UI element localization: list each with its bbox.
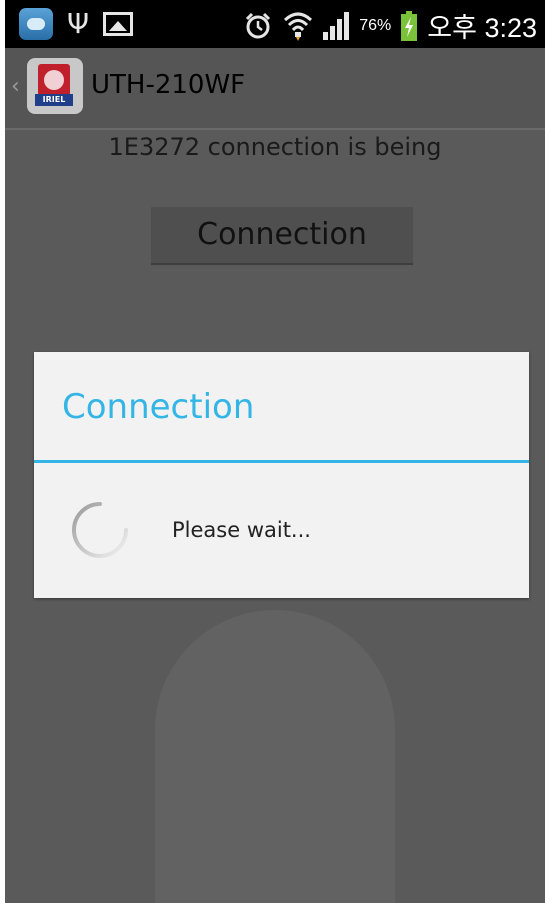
connection-button[interactable]: Connection [151,207,413,265]
signal-icon [323,11,350,40]
back-chevron-icon[interactable]: ‹ [11,76,20,98]
image-icon [103,12,134,36]
status-bar-left: Ψ [19,7,134,40]
status-bar: Ψ 76% 오후 3:23 [5,0,545,48]
dialog-divider [34,460,529,463]
alarm-icon [243,11,273,41]
usb-icon: Ψ [67,7,90,40]
app-logo[interactable]: IRIEL [27,58,83,114]
logo-brand-band: IRIEL [35,94,73,106]
cloud-app-icon [19,8,53,40]
battery-charging-icon [401,10,418,41]
background-arch [155,610,395,903]
connection-status-text: 1E3272 connection is being [108,133,442,161]
action-bar: ‹ IRIEL UTH-210WF [5,48,545,130]
wifi-icon [283,10,313,42]
spinner-icon [72,502,128,558]
progress-dialog: Connection Please wait... [34,352,529,598]
dialog-title: Connection [62,387,255,427]
dialog-message: Please wait... [172,518,311,542]
status-time: 오후 3:23 [427,13,537,43]
page-title: UTH-210WF [91,70,246,100]
app-screen: Ψ 76% 오후 3:23 ‹ IRIEL UTH-210WF 1E3272 c… [5,0,545,903]
status-bar-right: 76% 오후 3:23 [243,6,537,45]
logo-emblem [38,64,70,98]
battery-percent: 76% [359,16,392,34]
